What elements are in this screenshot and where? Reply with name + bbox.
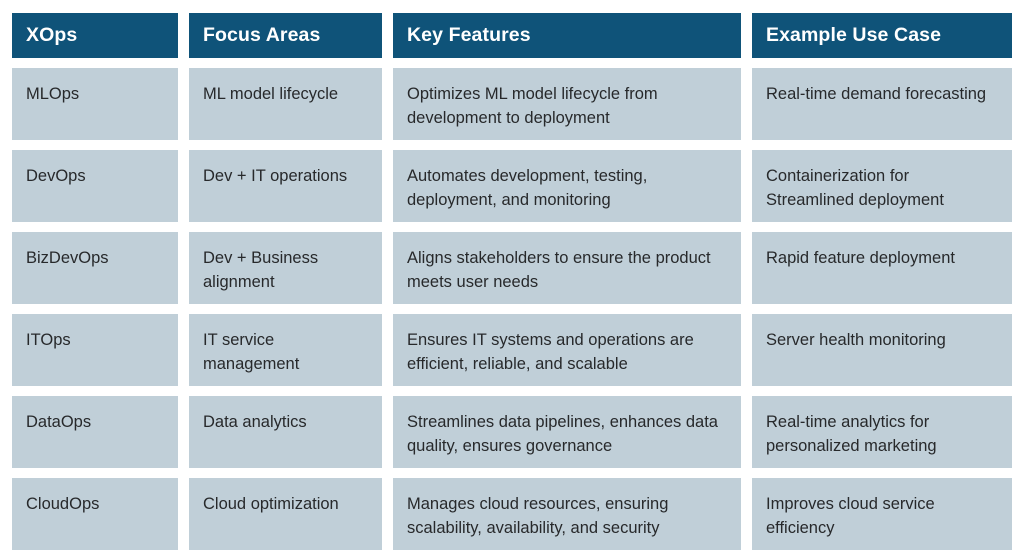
- cell-key-features: Automates development, testing, deployme…: [393, 150, 741, 222]
- cell-xops: CloudOps: [12, 478, 178, 550]
- cell-xops: MLOps: [12, 68, 178, 140]
- cell-focus-areas: IT service management: [189, 314, 382, 386]
- cell-xops: ITOps: [12, 314, 178, 386]
- cell-focus-areas: Cloud optimization: [189, 478, 382, 550]
- table-row: BizDevOps Dev + Business alignment Align…: [12, 232, 1012, 304]
- cell-key-features: Aligns stakeholders to ensure the produc…: [393, 232, 741, 304]
- cell-key-features: Ensures IT systems and operations are ef…: [393, 314, 741, 386]
- table-row: MLOps ML model lifecycle Optimizes ML mo…: [12, 68, 1012, 140]
- cell-example-use-case: Rapid feature deployment: [752, 232, 1012, 304]
- cell-example-use-case: Improves cloud service efficiency: [752, 478, 1012, 550]
- table-row: DevOps Dev + IT operations Automates dev…: [12, 150, 1012, 222]
- cell-focus-areas: Dev + Business alignment: [189, 232, 382, 304]
- cell-key-features: Optimizes ML model lifecycle from develo…: [393, 68, 741, 140]
- cell-focus-areas: Data analytics: [189, 396, 382, 468]
- cell-key-features: Manages cloud resources, ensuring scalab…: [393, 478, 741, 550]
- table-header-row: XOps Focus Areas Key Features Example Us…: [12, 13, 1012, 58]
- cell-focus-areas: ML model lifecycle: [189, 68, 382, 140]
- cell-xops: BizDevOps: [12, 232, 178, 304]
- table-row: DataOps Data analytics Streamlines data …: [12, 396, 1012, 468]
- cell-example-use-case: Server health monitoring: [752, 314, 1012, 386]
- table-row: CloudOps Cloud optimization Manages clou…: [12, 478, 1012, 550]
- cell-focus-areas: Dev + IT operations: [189, 150, 382, 222]
- cell-example-use-case: Real-time analytics for personalized mar…: [752, 396, 1012, 468]
- cell-example-use-case: Real-time demand forecasting: [752, 68, 1012, 140]
- cell-key-features: Streamlines data pipelines, enhances dat…: [393, 396, 741, 468]
- column-header-example-use-case: Example Use Case: [752, 13, 1012, 58]
- cell-example-use-case: Containerization for Streamlined deploym…: [752, 150, 1012, 222]
- column-header-focus-areas: Focus Areas: [189, 13, 382, 58]
- xops-comparison-table: XOps Focus Areas Key Features Example Us…: [0, 0, 1024, 555]
- cell-xops: DataOps: [12, 396, 178, 468]
- column-header-key-features: Key Features: [393, 13, 741, 58]
- table-row: ITOps IT service management Ensures IT s…: [12, 314, 1012, 386]
- cell-xops: DevOps: [12, 150, 178, 222]
- column-header-xops: XOps: [12, 13, 178, 58]
